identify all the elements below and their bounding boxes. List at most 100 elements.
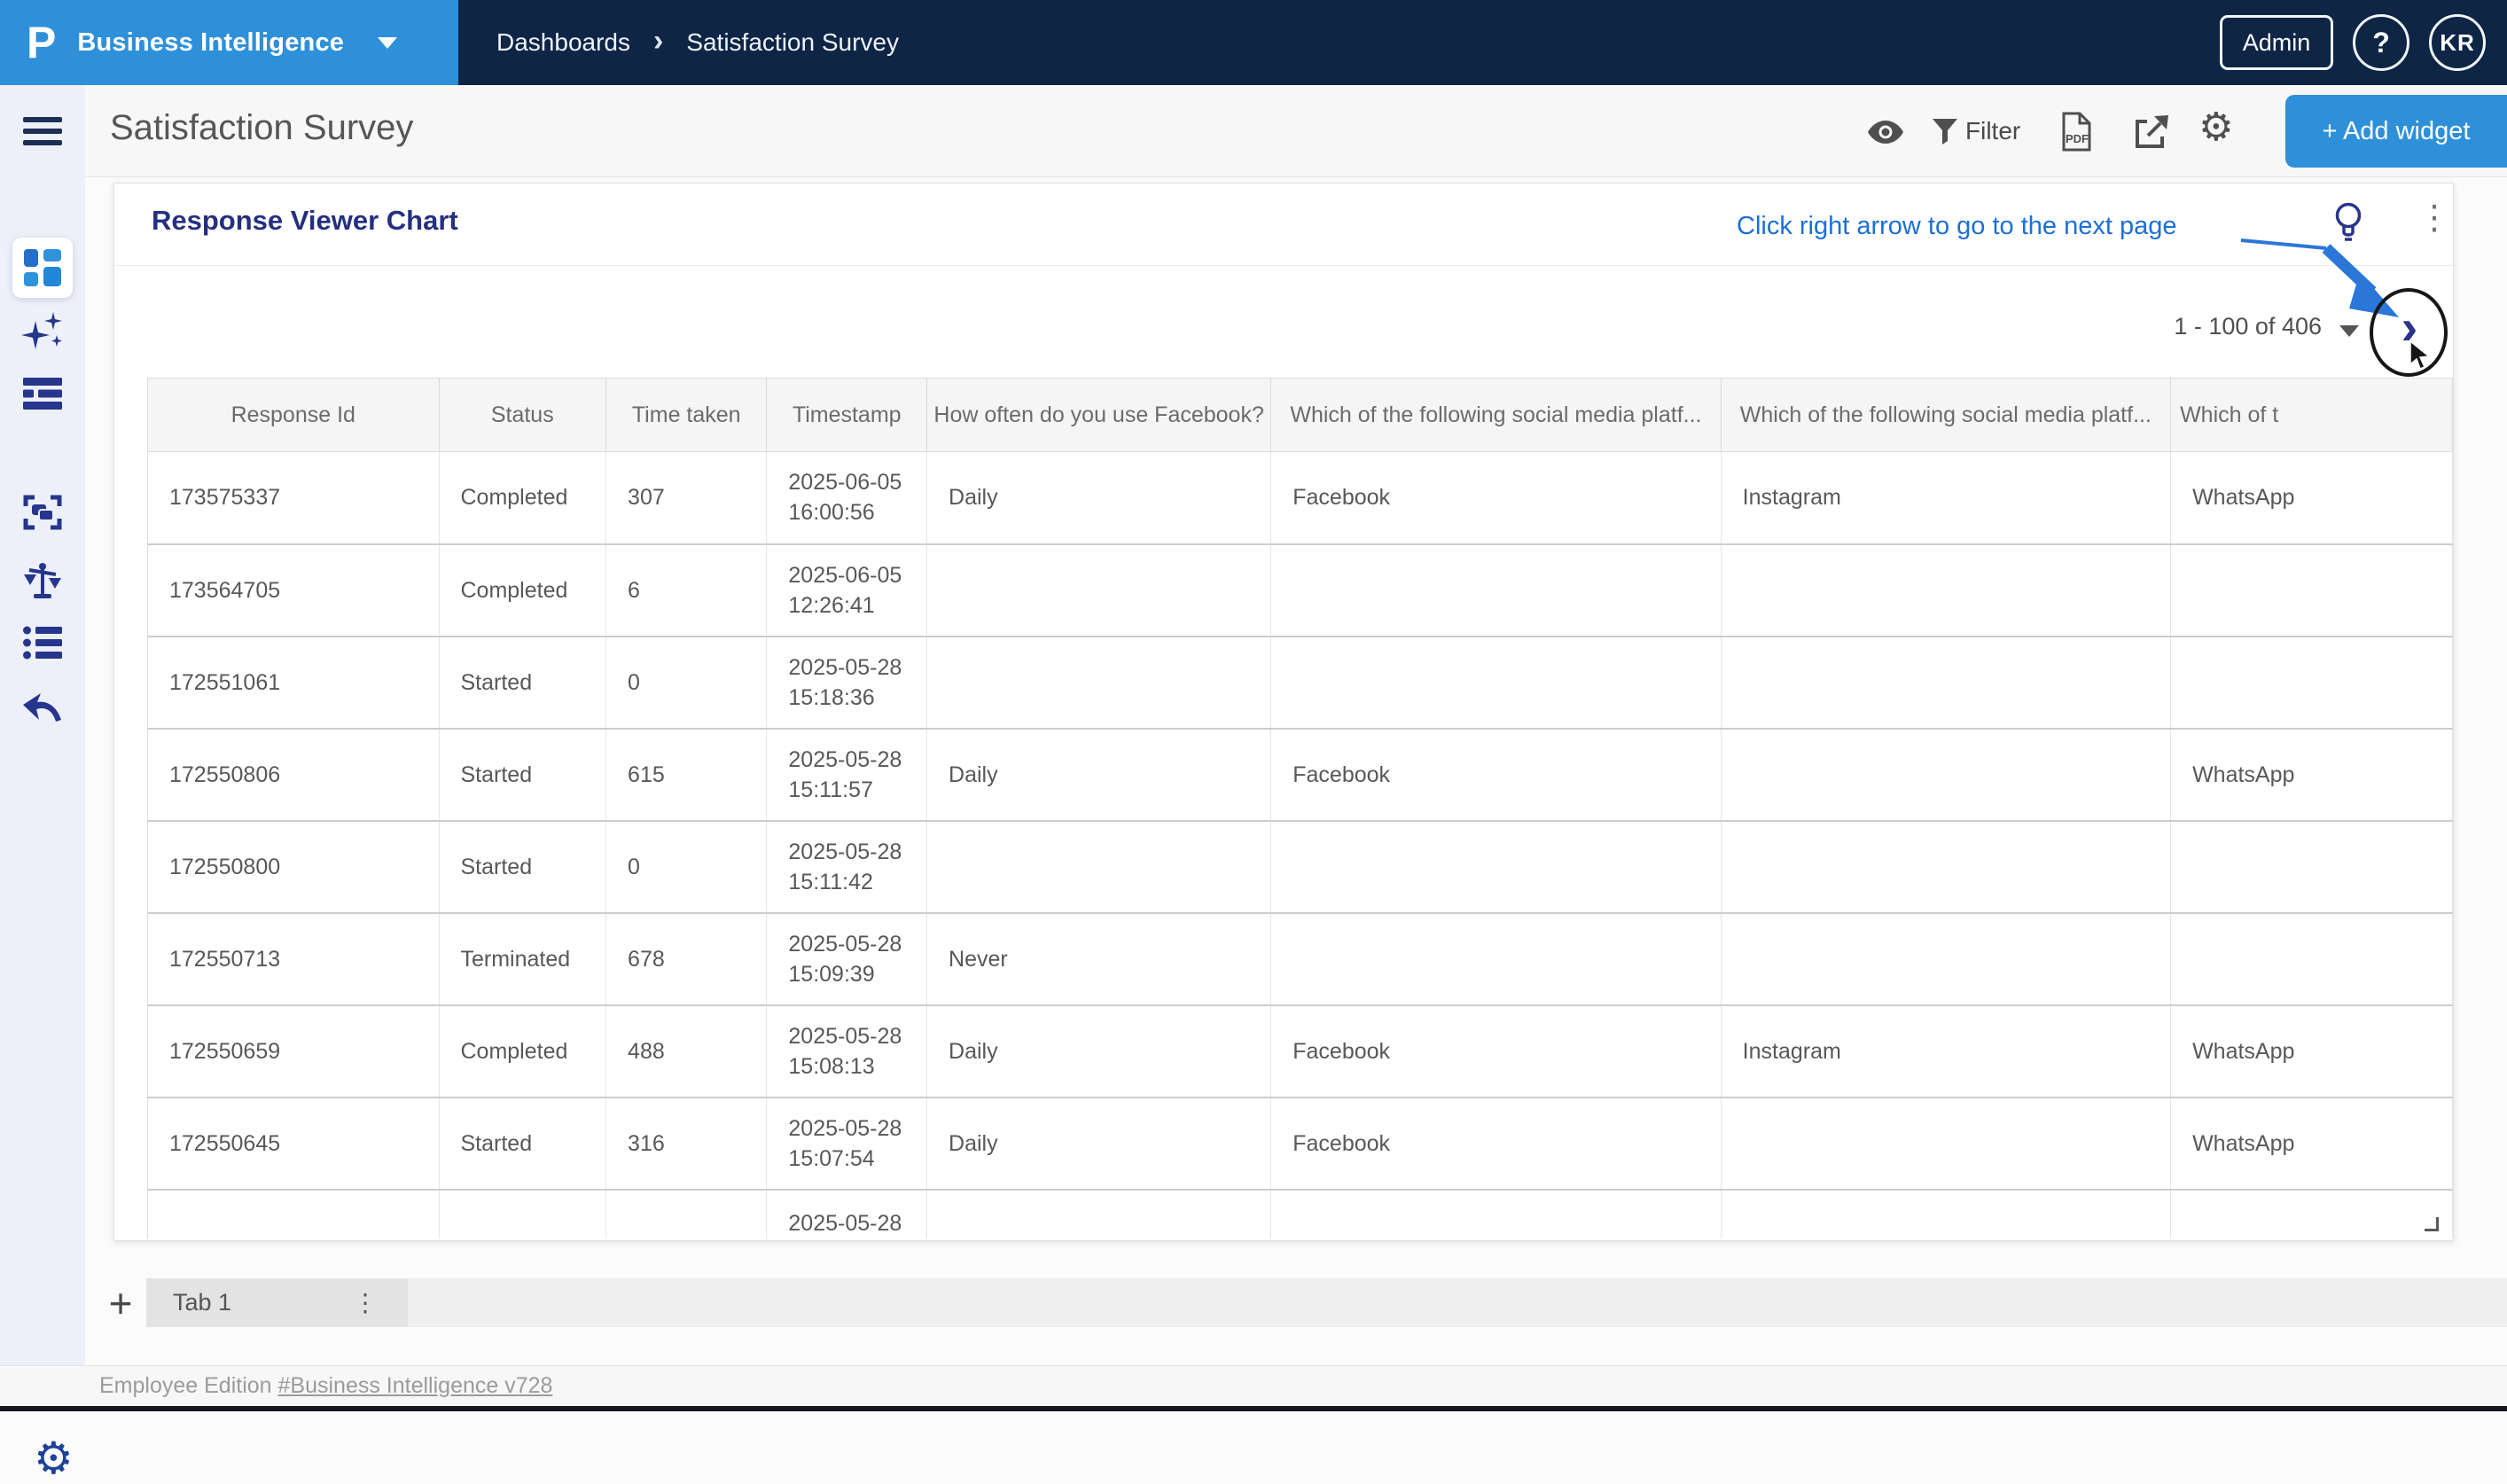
table-cell: Daily xyxy=(927,452,1271,544)
response-viewer-widget: Response Viewer Chart ⋮ Click right arro… xyxy=(113,183,2454,1241)
table-cell xyxy=(927,637,1271,729)
avatar[interactable]: KR xyxy=(2429,14,2486,71)
table-cell: 678 xyxy=(606,913,767,1005)
table-cell xyxy=(1271,637,1721,729)
table-cell xyxy=(148,1190,440,1238)
breadcrumb-dashboards[interactable]: Dashboards xyxy=(496,28,630,57)
page-title: Satisfaction Survey xyxy=(110,108,413,148)
column-header[interactable]: Status xyxy=(439,379,606,452)
dashboard-settings-gear-icon[interactable]: ⚙ xyxy=(2199,108,2233,147)
table-rows-icon xyxy=(23,378,62,410)
table-cell: Never xyxy=(927,913,1271,1005)
table-cell xyxy=(1721,821,2170,913)
filter-funnel-icon[interactable] xyxy=(1932,118,1958,151)
column-header[interactable]: Which of t xyxy=(2171,379,2453,452)
admin-button[interactable]: Admin xyxy=(2220,15,2333,70)
column-header[interactable]: Which of the following social media plat… xyxy=(1271,379,1721,452)
widget-menu-kebab-icon[interactable]: ⋮ xyxy=(2417,198,2451,237)
dashboards-grid-icon xyxy=(22,247,63,288)
table-cell xyxy=(1721,729,2170,821)
table-cell xyxy=(1721,1190,2170,1238)
table-cell: Completed xyxy=(439,452,606,544)
sidebar-item-governance[interactable] xyxy=(0,560,85,599)
pagination-range: 1 - 100 of 406 xyxy=(2091,313,2322,340)
menu-icon[interactable] xyxy=(0,117,85,145)
table-row: 172550800Started02025-05-28 15:11:42 xyxy=(148,821,2453,913)
widget-title: Response Viewer Chart xyxy=(152,205,458,237)
column-header[interactable]: How often do you use Facebook? xyxy=(927,379,1271,452)
table-cell xyxy=(2171,821,2453,913)
table-cell: 172550806 xyxy=(148,729,440,821)
table-cell: 488 xyxy=(606,1005,767,1097)
filter-button[interactable]: Filter xyxy=(1965,117,2020,145)
table-cell xyxy=(1721,913,2170,1005)
chevron-down-icon xyxy=(378,37,397,49)
edition-label: Employee Edition xyxy=(99,1373,278,1398)
table-cell xyxy=(2171,544,2453,637)
table-cell: 2025-05-28 15:07:54 xyxy=(767,1097,927,1190)
table-cell: Daily xyxy=(927,1097,1271,1190)
table-row: 172550806Started6152025-05-28 15:11:57Da… xyxy=(148,729,2453,821)
table-cell xyxy=(1721,544,2170,637)
table-cell: Started xyxy=(439,729,606,821)
table-cell: 307 xyxy=(606,452,767,544)
help-button[interactable]: ? xyxy=(2353,14,2409,71)
left-sidebar: ⚙ xyxy=(0,85,85,1406)
settings-gear-icon[interactable]: ⚙ xyxy=(34,1436,74,1480)
table-cell: 2025-05-28 15:11:42 xyxy=(767,821,927,913)
table-cell xyxy=(439,1190,606,1238)
product-name: Business Intelligence xyxy=(77,28,344,58)
sidebar-item-ai-insights[interactable] xyxy=(0,312,85,355)
tab-menu-kebab-icon[interactable]: ⋮ xyxy=(353,1288,378,1317)
table-cell: Terminated xyxy=(439,913,606,1005)
column-header[interactable]: Response Id xyxy=(148,379,440,452)
frame-objects-icon xyxy=(22,495,63,530)
sidebar-item-data-rows[interactable] xyxy=(0,378,85,410)
table-cell: Started xyxy=(439,821,606,913)
table-header-row: Response IdStatusTime takenTimestampHow … xyxy=(148,379,2453,452)
table-row-partial: 2025-05-28 xyxy=(148,1190,2453,1238)
widget-resize-handle-icon[interactable] xyxy=(2425,1217,2439,1231)
table-cell: 316 xyxy=(606,1097,767,1190)
table-row: 172550645Started3162025-05-28 15:07:54Da… xyxy=(148,1097,2453,1190)
breadcrumb-separator-icon: › xyxy=(653,24,663,59)
add-tab-button[interactable]: + xyxy=(96,1278,145,1327)
next-page-button[interactable]: › xyxy=(2389,293,2430,359)
column-header[interactable]: Which of the following social media plat… xyxy=(1721,379,2170,452)
add-widget-button[interactable]: + Add widget xyxy=(2285,95,2507,168)
breadcrumb: Dashboards › Satisfaction Survey xyxy=(496,0,899,85)
column-header[interactable]: Time taken xyxy=(606,379,767,452)
sidebar-item-dashboards[interactable] xyxy=(12,238,73,298)
table-cell: 172550713 xyxy=(148,913,440,1005)
svg-text:PDF: PDF xyxy=(2066,132,2089,145)
column-header[interactable]: Timestamp xyxy=(767,379,927,452)
table-cell: 2025-06-05 16:00:56 xyxy=(767,452,927,544)
export-pdf-icon[interactable]: PDF xyxy=(2060,112,2094,157)
table-cell: 172551061 xyxy=(148,637,440,729)
table-cell: Started xyxy=(439,637,606,729)
sidebar-item-list[interactable] xyxy=(0,626,85,660)
table-row: 173564705Completed62025-06-05 12:26:41 xyxy=(148,544,2453,637)
tab-item[interactable]: Tab 1 ⋮ xyxy=(146,1278,408,1327)
table-cell xyxy=(1721,1097,2170,1190)
table-cell: 0 xyxy=(606,637,767,729)
table-body: 173575337Completed3072025-06-05 16:00:56… xyxy=(148,452,2453,1238)
table-cell: Completed xyxy=(439,544,606,637)
share-icon[interactable] xyxy=(2133,113,2170,155)
table-cell xyxy=(927,1190,1271,1238)
bulleted-list-icon xyxy=(23,626,62,660)
view-eye-icon[interactable] xyxy=(1867,119,1904,150)
table-cell: 0 xyxy=(606,821,767,913)
top-navigation-bar: P Business Intelligence Dashboards › Sat… xyxy=(0,0,2507,85)
sidebar-item-capture[interactable] xyxy=(0,495,85,530)
response-table: Response IdStatusTime takenTimestampHow … xyxy=(147,378,2453,1238)
product-switcher[interactable]: P Business Intelligence xyxy=(0,0,458,85)
edition-text: Employee Edition #Business Intelligence … xyxy=(99,1373,552,1399)
table-cell: 172550645 xyxy=(148,1097,440,1190)
version-link[interactable]: #Business Intelligence v728 xyxy=(278,1373,553,1398)
table-cell xyxy=(927,821,1271,913)
table-cell xyxy=(606,1190,767,1238)
sidebar-item-back[interactable] xyxy=(0,691,85,723)
lightbulb-icon[interactable] xyxy=(2332,201,2364,248)
pagination-dropdown-caret-icon[interactable] xyxy=(2339,325,2359,337)
